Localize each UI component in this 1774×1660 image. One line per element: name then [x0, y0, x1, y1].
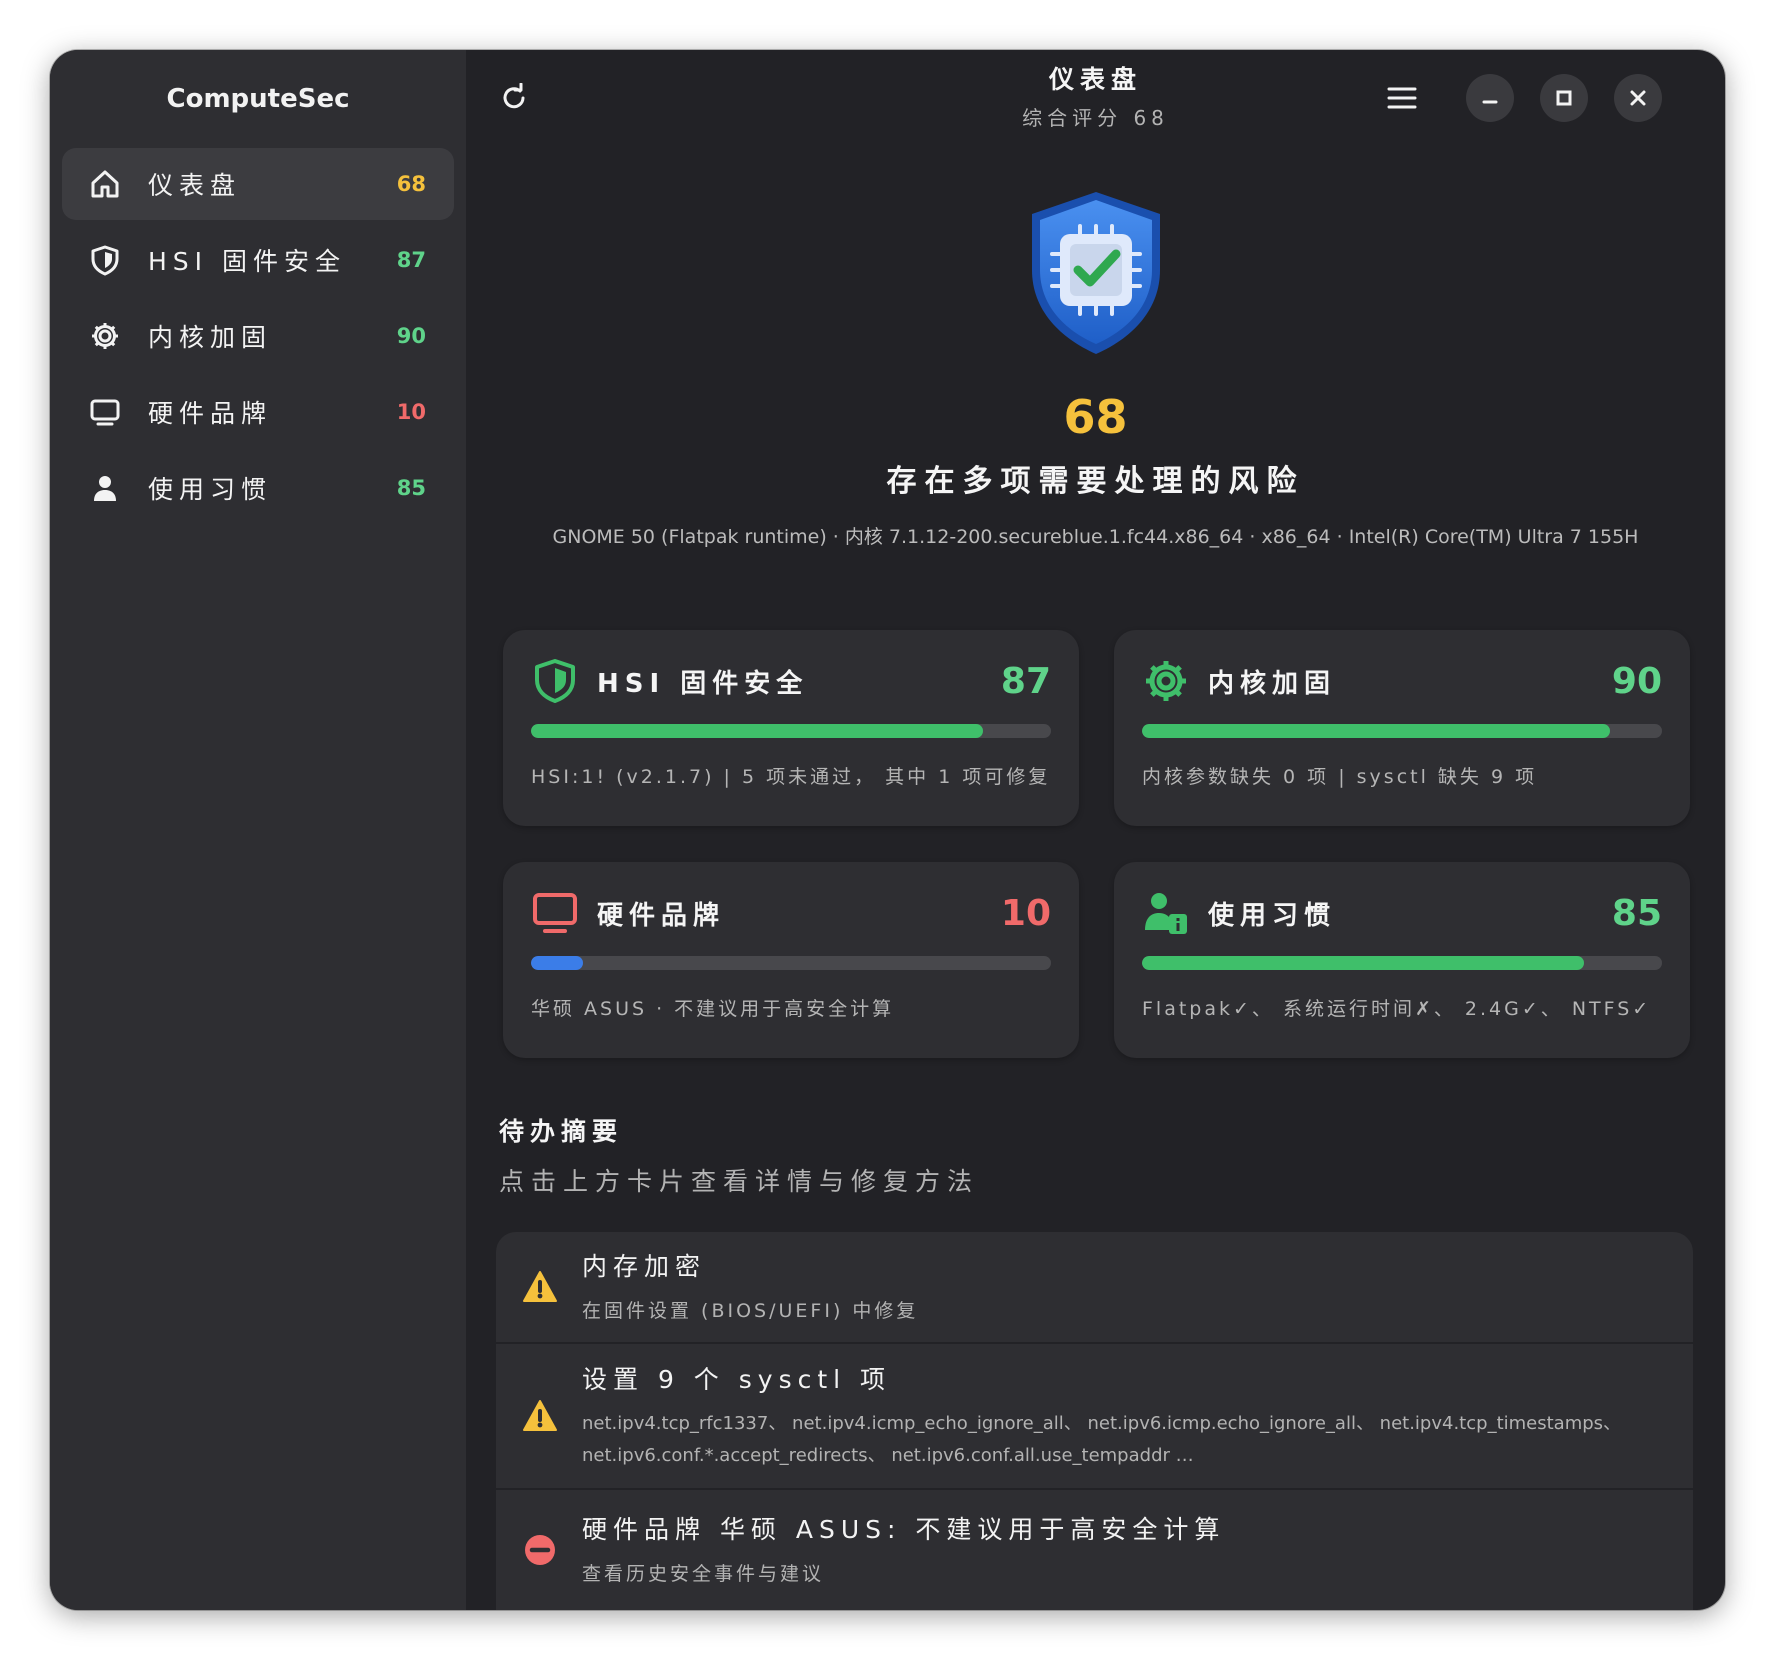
card-title: 使用习惯	[1208, 900, 1337, 931]
card-title: HSI 固件安全	[597, 668, 809, 699]
progress-fill	[531, 724, 984, 738]
gear-icon	[1142, 657, 1190, 705]
todo-item-title: 硬件品牌 华硕 ASUS: 不建议用于高安全计算	[582, 1515, 1226, 1544]
shield-chip-check-icon	[1031, 192, 1160, 354]
risk-message: 存在多项需要处理的风险	[886, 464, 1305, 499]
todo-item-desc: 在固件设置 (BIOS/UEFI) 中修复	[582, 1300, 919, 1322]
card-title: 内核加固	[1208, 668, 1337, 699]
card-description: 内核参数缺失 0 项 | sysctl 缺失 9 项	[1142, 766, 1538, 788]
todo-item-title: 设置 9 个 sysctl 项	[582, 1365, 892, 1394]
card-habits[interactable]: 使用习惯 85 Flatpak✓、 系统运行时间✗、 2.4G✓、 NTFS✓	[1114, 862, 1690, 1058]
sidebar-nav: 仪表盘 68 HSI 固件安全 87 内核加固 90 硬件品牌 10 使用习惯 …	[50, 148, 466, 524]
sidebar-item-score: 10	[396, 400, 426, 424]
main-menu-button[interactable]	[1376, 72, 1428, 124]
sidebar-item-score: 85	[396, 476, 426, 500]
sidebar-item-label: 内核加固	[148, 323, 273, 352]
progress-bar	[1142, 724, 1662, 738]
shield-icon	[88, 243, 122, 277]
card-description: HSI:1! (v2.1.7) | 5 项未通过， 其中 1 项可修复	[531, 766, 1051, 788]
sidebar-item-score: 68	[396, 172, 426, 196]
sidebar-item-dashboard[interactable]: 仪表盘 68	[62, 148, 454, 220]
card-hardware[interactable]: 硬件品牌 10 华硕 ASUS · 不建议用于高安全计算	[503, 862, 1079, 1058]
sidebar-item-hardware[interactable]: 硬件品牌 10	[62, 376, 454, 448]
card-hsi[interactable]: HSI 固件安全 87 HSI:1! (v2.1.7) | 5 项未通过， 其中…	[503, 630, 1079, 826]
gear-icon	[88, 319, 122, 353]
headerbar: 仪表盘 综合评分 68	[466, 50, 1725, 148]
system-info: GNOME 50 (Flatpak runtime) · 内核 7.1.12-2…	[552, 526, 1639, 548]
card-description: Flatpak✓、 系统运行时间✗、 2.4G✓、 NTFS✓	[1142, 998, 1652, 1020]
close-button[interactable]	[1614, 74, 1662, 122]
close-icon	[1630, 90, 1646, 106]
monitor-icon	[88, 395, 122, 429]
card-kernel[interactable]: 内核加固 90 内核参数缺失 0 项 | sysctl 缺失 9 项	[1114, 630, 1690, 826]
todo-item-title: 内存加密	[582, 1252, 707, 1281]
progress-fill	[1142, 724, 1610, 738]
category-cards: HSI 固件安全 87 HSI:1! (v2.1.7) | 5 项未通过， 其中…	[503, 630, 1690, 1058]
card-score: 87	[1000, 660, 1051, 702]
window-subtitle: 综合评分 68	[1022, 106, 1169, 130]
card-score: 10	[1000, 892, 1051, 934]
sidebar-item-score: 90	[396, 324, 426, 348]
home-icon	[88, 167, 122, 201]
user-info-icon	[1142, 889, 1190, 937]
header-title-block: 仪表盘 综合评分 68	[466, 60, 1725, 131]
sidebar-item-label: 硬件品牌	[148, 399, 273, 428]
app-title: ComputeSec	[166, 84, 350, 114]
minimize-button[interactable]	[1466, 74, 1514, 122]
sidebar-item-label: 使用习惯	[148, 475, 273, 504]
todo-item-memory-encryption[interactable]: 内存加密 在固件设置 (BIOS/UEFI) 中修复	[496, 1232, 1693, 1344]
sidebar-item-label: HSI 固件安全	[148, 247, 346, 276]
todo-item-desc: net.ipv4.tcp_rfc1337、 net.ipv4.icmp_echo…	[582, 1413, 1622, 1466]
card-title: 硬件品牌	[597, 900, 726, 931]
minimize-icon	[1482, 100, 1498, 104]
hamburger-menu-icon	[1387, 87, 1417, 109]
todo-item-sysctl[interactable]: 设置 9 个 sysctl 项 net.ipv4.tcp_rfc1337、 ne…	[496, 1344, 1693, 1490]
todo-item-desc: 查看历史安全事件与建议	[582, 1563, 825, 1585]
sidebar-item-score: 87	[396, 248, 426, 272]
todo-list: 内存加密 在固件设置 (BIOS/UEFI) 中修复 设置 9 个 sysctl…	[496, 1232, 1693, 1610]
main-content: 仪表盘 综合评分 68 68 存在多项需要处理的风险 GNOME 50 (Fla…	[466, 50, 1725, 1610]
progress-bar	[531, 956, 1051, 970]
user-icon	[88, 471, 122, 505]
monitor-icon	[531, 889, 579, 937]
sidebar-item-hsi[interactable]: HSI 固件安全 87	[62, 224, 454, 296]
sidebar-item-habits[interactable]: 使用习惯 85	[62, 452, 454, 524]
progress-bar	[531, 724, 1051, 738]
sidebar: ComputeSec 仪表盘 68 HSI 固件安全 87 内核加固 90 硬件…	[50, 50, 466, 1610]
todo-title: 待办摘要	[499, 1117, 624, 1146]
sidebar-item-label: 仪表盘	[148, 171, 242, 200]
window-title: 仪表盘	[1048, 65, 1142, 94]
sidebar-item-kernel[interactable]: 内核加固 90	[62, 300, 454, 372]
card-score: 90	[1611, 660, 1662, 702]
shield-icon	[531, 657, 579, 705]
progress-bar	[1142, 956, 1662, 970]
todo-subtitle: 点击上方卡片查看详情与修复方法	[499, 1167, 980, 1196]
maximize-button[interactable]	[1540, 74, 1588, 122]
progress-fill	[531, 956, 583, 970]
overall-score: 68	[1063, 390, 1128, 444]
card-description: 华硕 ASUS · 不建议用于高安全计算	[531, 998, 895, 1020]
app-window: ComputeSec 仪表盘 68 HSI 固件安全 87 内核加固 90 硬件…	[50, 50, 1725, 1610]
warning-icon	[523, 1400, 557, 1431]
progress-fill	[1142, 956, 1584, 970]
todo-item-hardware-brand[interactable]: 硬件品牌 华硕 ASUS: 不建议用于高安全计算 查看历史安全事件与建议	[496, 1490, 1693, 1610]
score-hero: 68 存在多项需要处理的风险 GNOME 50 (Flatpak runtime…	[466, 148, 1725, 549]
card-score: 85	[1611, 892, 1662, 934]
maximize-icon	[1556, 90, 1572, 106]
warning-icon	[523, 1271, 557, 1302]
blocked-icon	[525, 1535, 555, 1565]
